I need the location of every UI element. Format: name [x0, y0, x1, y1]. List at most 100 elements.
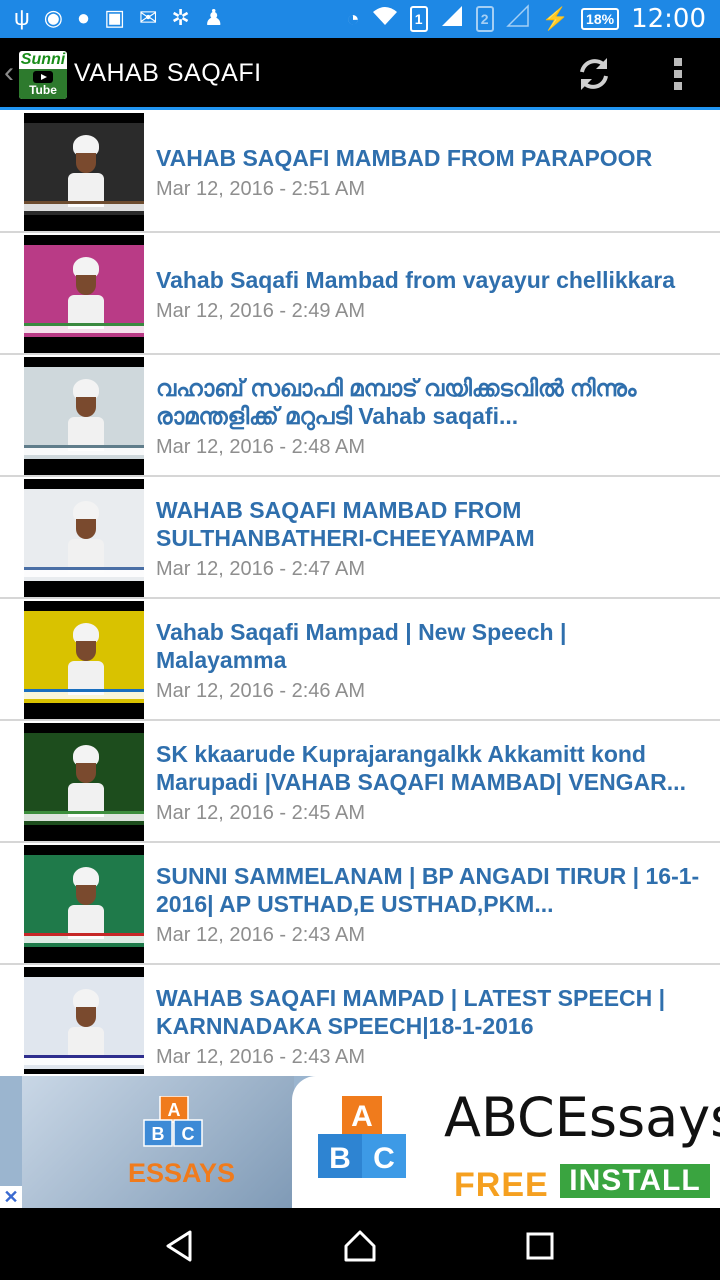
ad-card[interactable]: A B C ABCEssays FREE INSTALL: [292, 1076, 720, 1208]
video-list-item[interactable]: Vahab Saqafi Mampad | New Speech | Malay…: [0, 599, 720, 721]
system-icons: ◔ 1 2 ⚡ 18% 12:00: [346, 4, 706, 34]
speaker-face: [76, 885, 96, 905]
speaker-figure: [68, 623, 104, 697]
video-list-item[interactable]: VAHAB SAQAFI MAMBAD FROM PARAPOOR Mar 12…: [0, 111, 720, 233]
logo-text-top: Sunni: [20, 51, 66, 68]
thumbnail-caption-strip: [24, 445, 144, 455]
app-logo[interactable]: Sunni Tube: [19, 51, 67, 99]
video-list-item[interactable]: വഹാബ് സഖാഫി മമ്പാട് വയിക്കടവിൽ നിന്നും ര…: [0, 355, 720, 477]
thumbnail-caption-strip: [24, 1055, 144, 1065]
settings-icon: ✲: [171, 5, 190, 30]
play-icon: [33, 71, 53, 83]
video-list-item[interactable]: WAHAB SAQAFI MAMPAD | LATEST SPEECH | KA…: [0, 965, 720, 1074]
thumbnail-image: [24, 489, 144, 581]
notification-icons: ψ ◉ ● ▣ ✉ ✲ ♟: [14, 5, 224, 31]
clock: 12:00: [631, 4, 706, 34]
video-date: Mar 12, 2016 - 2:49 AM: [156, 300, 366, 322]
thumbnail-caption-strip: [24, 201, 144, 211]
speaker-figure: [68, 745, 104, 819]
video-date: Mar 12, 2016 - 2:43 AM: [156, 1046, 366, 1068]
video-title: വഹാബ് സഖാഫി മമ്പാട് വയിക്കടവിൽ നിന്നും ര…: [156, 375, 637, 429]
video-title: VAHAB SAQAFI MAMBAD FROM PARAPOOR: [156, 145, 653, 171]
nav-home-button[interactable]: [340, 1226, 380, 1266]
video-thumbnail[interactable]: [24, 601, 144, 719]
ad-block-b: B: [329, 1142, 351, 1175]
alarm-icon: ◔: [346, 6, 360, 31]
signal-empty-icon: [505, 4, 530, 34]
speaker-figure: [68, 135, 104, 209]
speaker-face: [76, 641, 96, 661]
thumbnail-image: [24, 611, 144, 703]
video-title: WAHAB SAQAFI MAMBAD FROM SULTHANBATHERI-…: [156, 497, 535, 551]
thumbnail-image: [24, 367, 144, 459]
ad-image[interactable]: A B C ESSAYS: [22, 1076, 294, 1208]
video-text: WAHAB SAQAFI MAMPAD | LATEST SPEECH | KA…: [156, 984, 700, 1069]
speaker-face: [76, 275, 96, 295]
video-thumbnail[interactable]: [24, 235, 144, 353]
charging-icon: ⚡: [541, 6, 570, 31]
overflow-menu-icon: [674, 58, 682, 66]
chat-icon: ●: [76, 5, 91, 30]
speaker-figure: [68, 501, 104, 575]
mail-icon: ✉: [138, 5, 158, 30]
video-list-item[interactable]: Vahab Saqafi Mambad from vayayur chellik…: [0, 233, 720, 355]
video-title: SUNNI SAMMELANAM | BP ANGADI TIRUR | 16-…: [156, 863, 700, 917]
image-icon: ▣: [104, 5, 125, 30]
nav-recents-button[interactable]: [520, 1226, 560, 1266]
video-thumbnail[interactable]: [24, 845, 144, 963]
thumbnail-image: [24, 245, 144, 337]
refresh-icon: [580, 58, 608, 90]
video-thumbnail[interactable]: [24, 967, 144, 1074]
abc-blocks-icon: A B C: [143, 1096, 203, 1147]
video-thumbnail[interactable]: [24, 357, 144, 475]
overflow-dot: [674, 70, 682, 78]
nav-back-icon: [166, 1230, 192, 1262]
thumbnail-caption-strip: [24, 689, 144, 699]
thumbnail-image: [24, 855, 144, 947]
nav-back-button[interactable]: [160, 1226, 200, 1266]
video-date: Mar 12, 2016 - 2:48 AM: [156, 436, 366, 458]
video-list-item[interactable]: SK kkaarude Kuprajarangalkk Akkamitt kon…: [0, 721, 720, 843]
ad-free-label: FREE: [454, 1166, 549, 1204]
video-date: Mar 12, 2016 - 2:51 AM: [156, 178, 366, 200]
video-list-item[interactable]: SUNNI SAMMELANAM | BP ANGADI TIRUR | 16-…: [0, 843, 720, 965]
video-date: Mar 12, 2016 - 2:43 AM: [156, 924, 366, 946]
thumbnail-image: [24, 977, 144, 1069]
refresh-button[interactable]: [574, 54, 614, 94]
nav-home-icon: [344, 1230, 376, 1262]
ad-small-block-b: B: [152, 1124, 165, 1144]
speaker-figure: [68, 379, 104, 453]
ad-brand-name: ABCEssays: [444, 1086, 720, 1149]
speaker-figure: [68, 257, 104, 331]
logo-bottom: Tube: [19, 69, 67, 99]
overflow-dot: [674, 82, 682, 90]
ad-install-button[interactable]: INSTALL: [560, 1164, 710, 1198]
video-list-item[interactable]: WAHAB SAQAFI MAMBAD FROM SULTHANBATHERI-…: [0, 477, 720, 599]
app-bar: ‹ Sunni Tube VAHAB SAQAFI: [0, 38, 720, 110]
speaker-face: [76, 153, 96, 173]
video-title: SK kkaarude Kuprajarangalkk Akkamitt kon…: [156, 741, 686, 795]
speaker-figure: [68, 867, 104, 941]
video-thumbnail[interactable]: [24, 113, 144, 231]
video-list[interactable]: VAHAB SAQAFI MAMBAD FROM PARAPOOR Mar 12…: [0, 111, 720, 1074]
video-thumbnail[interactable]: [24, 723, 144, 841]
speaker-face: [76, 397, 96, 417]
ad-close-icon[interactable]: ✕: [0, 1186, 22, 1208]
navigation-bar: [0, 1208, 720, 1280]
video-title: Vahab Saqafi Mambad from vayayur chellik…: [156, 267, 676, 293]
video-text: Vahab Saqafi Mampad | New Speech | Malay…: [156, 618, 700, 703]
whatsapp-icon: ◉: [43, 5, 63, 30]
thumbnail-caption-strip: [24, 323, 144, 333]
video-date: Mar 12, 2016 - 2:46 AM: [156, 680, 366, 702]
speaker-figure: [68, 989, 104, 1063]
video-text: SUNNI SAMMELANAM | BP ANGADI TIRUR | 16-…: [156, 862, 700, 947]
ad-banner[interactable]: A B C ESSAYS A B C ABCEssays FREE INSTAL…: [0, 1076, 720, 1208]
thumbnail-caption-strip: [24, 933, 144, 943]
video-date: Mar 12, 2016 - 2:45 AM: [156, 802, 366, 824]
ad-block-a: A: [351, 1100, 373, 1133]
back-chevron-icon[interactable]: ‹: [4, 56, 14, 90]
android-icon: ♟: [203, 5, 224, 30]
video-thumbnail[interactable]: [24, 479, 144, 597]
logo-text-bottom: Tube: [29, 83, 57, 97]
overflow-menu-button[interactable]: [664, 54, 692, 94]
